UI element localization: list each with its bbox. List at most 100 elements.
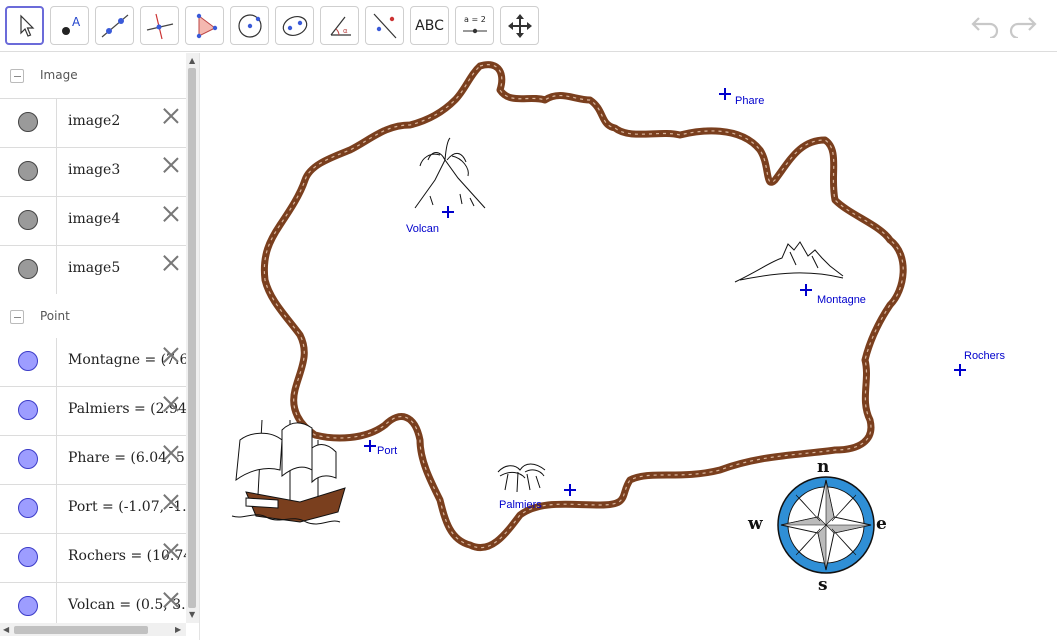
angle-tool-button[interactable]: α	[320, 6, 359, 45]
perpendicular-line-tool-button[interactable]	[140, 6, 179, 45]
palm-trees-image	[497, 463, 546, 493]
scroll-right-icon[interactable]: ▶	[175, 625, 181, 634]
circle-center-point-icon	[237, 13, 262, 38]
group-header-image[interactable]: Image	[0, 53, 186, 99]
undo-icon[interactable]	[970, 12, 1000, 38]
visibility-cell	[0, 436, 57, 484]
visibility-cell	[0, 485, 57, 533]
delete-icon[interactable]	[161, 442, 181, 462]
algebra-row-text: image3	[68, 162, 121, 178]
visibility-cell	[0, 148, 57, 196]
redo-icon[interactable]	[1008, 12, 1038, 38]
volcano-image	[414, 137, 486, 209]
line-tool-button[interactable]	[95, 6, 134, 45]
ellipse-icon	[282, 15, 307, 36]
compass-south-label: s	[818, 575, 828, 595]
visibility-toggle-icon[interactable]	[18, 547, 38, 567]
slider-tool-label: a = 2	[464, 15, 486, 24]
perpendicular-line-icon	[146, 13, 173, 39]
point-label: Montagne	[817, 294, 866, 306]
vertical-scrollbar-thumb[interactable]	[188, 68, 196, 608]
visibility-cell	[0, 338, 57, 386]
visibility-toggle-icon[interactable]	[18, 498, 38, 518]
point-rochers[interactable]: Rochers	[954, 350, 1005, 376]
graphics-view[interactable]: n s e w Phare Volcan Montagne Rochers Po…	[205, 53, 1057, 640]
mountain-image	[734, 241, 844, 283]
slider-tool-button[interactable]: a = 2	[455, 6, 494, 45]
compass-east-label: e	[876, 514, 887, 534]
visibility-toggle-icon[interactable]	[18, 400, 38, 420]
algebra-row-port[interactable]: Port = (-1.07, -1.57	[0, 485, 186, 534]
line-through-points-icon	[101, 14, 128, 37]
visibility-toggle-icon[interactable]	[18, 161, 38, 181]
algebra-row-phare[interactable]: Phare = (6.04, 5.48	[0, 436, 186, 485]
text-tool-button[interactable]: ABC	[410, 6, 449, 45]
delete-icon[interactable]	[161, 154, 181, 174]
text-tool-label: ABC	[415, 17, 444, 34]
point-tool-button[interactable]: A	[50, 6, 89, 45]
algebra-row-image4[interactable]: image4	[0, 197, 186, 246]
delete-icon[interactable]	[161, 393, 181, 413]
algebra-row-rochers[interactable]: Rochers = (10.74, -	[0, 534, 186, 583]
svg-text:A: A	[72, 15, 81, 29]
angle-icon: α	[330, 16, 351, 36]
polygon-icon	[196, 13, 217, 38]
point-port[interactable]: Port	[364, 440, 397, 457]
delete-icon[interactable]	[161, 589, 181, 609]
geogebra-app: A α ABC a = 2 Image image2 image3 image4…	[0, 0, 1057, 640]
algebra-row-image5[interactable]: image5	[0, 246, 186, 295]
algebra-row-text: image2	[68, 113, 121, 129]
island-map-image	[260, 61, 907, 552]
delete-icon[interactable]	[161, 344, 181, 364]
compass-north-label: n	[817, 457, 829, 477]
point-montagne[interactable]: Montagne	[800, 284, 866, 306]
visibility-toggle-icon[interactable]	[18, 351, 38, 371]
algebra-row-image2[interactable]: image2	[0, 99, 186, 148]
polygon-tool-button[interactable]	[185, 6, 224, 45]
collapse-icon[interactable]	[10, 69, 24, 83]
slider-icon: a = 2	[462, 15, 487, 33]
move-arrows-icon	[507, 13, 532, 38]
circle-tool-button[interactable]	[230, 6, 269, 45]
visibility-cell	[0, 246, 57, 294]
point-label: Rochers	[964, 350, 1005, 362]
visibility-cell	[0, 197, 57, 245]
visibility-toggle-icon[interactable]	[18, 449, 38, 469]
delete-icon[interactable]	[161, 252, 181, 272]
horizontal-scrollbar-thumb[interactable]	[14, 626, 148, 634]
algebra-row-palmiers[interactable]: Palmiers = (2.94, -2	[0, 387, 186, 436]
algebra-row-montagne[interactable]: Montagne = (7.66, -	[0, 338, 186, 387]
move-tool-button[interactable]	[5, 6, 44, 45]
group-header-point[interactable]: Point	[0, 294, 186, 340]
compass-west-label: w	[747, 514, 763, 534]
reflect-tool-button[interactable]	[365, 6, 404, 45]
point-label: Port	[377, 445, 397, 457]
scroll-left-icon[interactable]: ◀	[3, 625, 9, 634]
reflect-about-line-icon	[373, 13, 396, 38]
point-volcan[interactable]: Volcan	[406, 206, 454, 235]
scroll-up-icon[interactable]: ▲	[189, 56, 195, 65]
visibility-cell	[0, 534, 57, 582]
visibility-cell	[0, 99, 57, 147]
algebra-view: Image image2 image3 image4 image5 Point	[0, 53, 200, 640]
group-label-point: Point	[40, 309, 70, 323]
conic-tool-button[interactable]	[275, 6, 314, 45]
group-label-image: Image	[40, 68, 78, 82]
delete-icon[interactable]	[161, 105, 181, 125]
visibility-toggle-icon[interactable]	[18, 259, 38, 279]
visibility-toggle-icon[interactable]	[18, 112, 38, 132]
visibility-toggle-icon[interactable]	[18, 596, 38, 616]
algebra-row-image3[interactable]: image3	[0, 148, 186, 197]
graphics-canvas[interactable]: n s e w Phare Volcan Montagne Rochers Po…	[205, 53, 1057, 640]
point-label: Volcan	[406, 223, 439, 235]
move-graphics-tool-button[interactable]	[500, 6, 539, 45]
point-phare[interactable]: Phare	[719, 88, 764, 107]
visibility-toggle-icon[interactable]	[18, 210, 38, 230]
collapse-icon[interactable]	[10, 310, 24, 324]
visibility-cell	[0, 387, 57, 435]
point-label: Phare	[735, 95, 764, 107]
delete-icon[interactable]	[161, 203, 181, 223]
delete-icon[interactable]	[161, 491, 181, 511]
scroll-down-icon[interactable]: ▼	[189, 610, 195, 619]
delete-icon[interactable]	[161, 540, 181, 560]
